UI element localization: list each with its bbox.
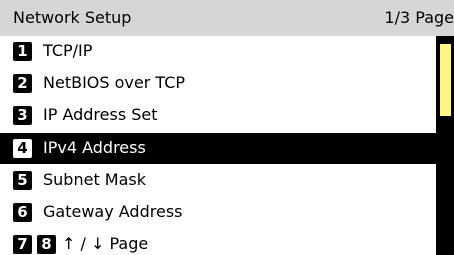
menu-item-label: IP Address Set [43, 105, 158, 124]
page-nav-row[interactable]: 7 8 ↑ / ↓ Page [0, 229, 436, 255]
number-key-4-icon: 4 [13, 139, 32, 158]
number-key-3-icon: 3 [13, 106, 32, 125]
menu-item-tcp-ip[interactable]: 1 TCP/IP [0, 36, 436, 67]
header-bar: Network Setup 1/3 Page [0, 0, 454, 36]
page-indicator: 1/3 Page [384, 8, 454, 27]
menu-item-ipv4-address[interactable]: 4 IPv4 Address [0, 133, 436, 164]
number-key-7-icon[interactable]: 7 [13, 235, 32, 254]
page-nav-label: ↑ / ↓ Page [62, 234, 149, 253]
number-key-8-icon[interactable]: 8 [37, 235, 56, 254]
network-setup-screen: Network Setup 1/3 Page 1 TCP/IP 2 NetBIO… [0, 0, 454, 255]
menu-item-ip-address-set[interactable]: 3 IP Address Set [0, 100, 436, 131]
scrollbar-thumb[interactable] [439, 43, 452, 117]
menu-item-label: NetBIOS over TCP [43, 73, 186, 92]
menu-list: 1 TCP/IP 2 NetBIOS over TCP 3 IP Address… [0, 36, 436, 255]
menu-item-gateway-address[interactable]: 6 Gateway Address [0, 197, 436, 228]
scrollbar[interactable] [436, 36, 454, 255]
menu-item-netbios-over-tcp[interactable]: 2 NetBIOS over TCP [0, 68, 436, 99]
number-key-6-icon: 6 [13, 203, 32, 222]
menu-item-label: TCP/IP [43, 41, 93, 60]
number-key-5-icon: 5 [13, 171, 32, 190]
number-key-2-icon: 2 [13, 74, 32, 93]
menu-item-label: Gateway Address [43, 202, 183, 221]
menu-item-subnet-mask[interactable]: 5 Subnet Mask [0, 165, 436, 196]
page-title: Network Setup [13, 8, 132, 27]
menu-item-label: IPv4 Address [43, 138, 146, 157]
number-key-1-icon: 1 [13, 42, 32, 61]
menu-item-label: Subnet Mask [43, 170, 147, 189]
